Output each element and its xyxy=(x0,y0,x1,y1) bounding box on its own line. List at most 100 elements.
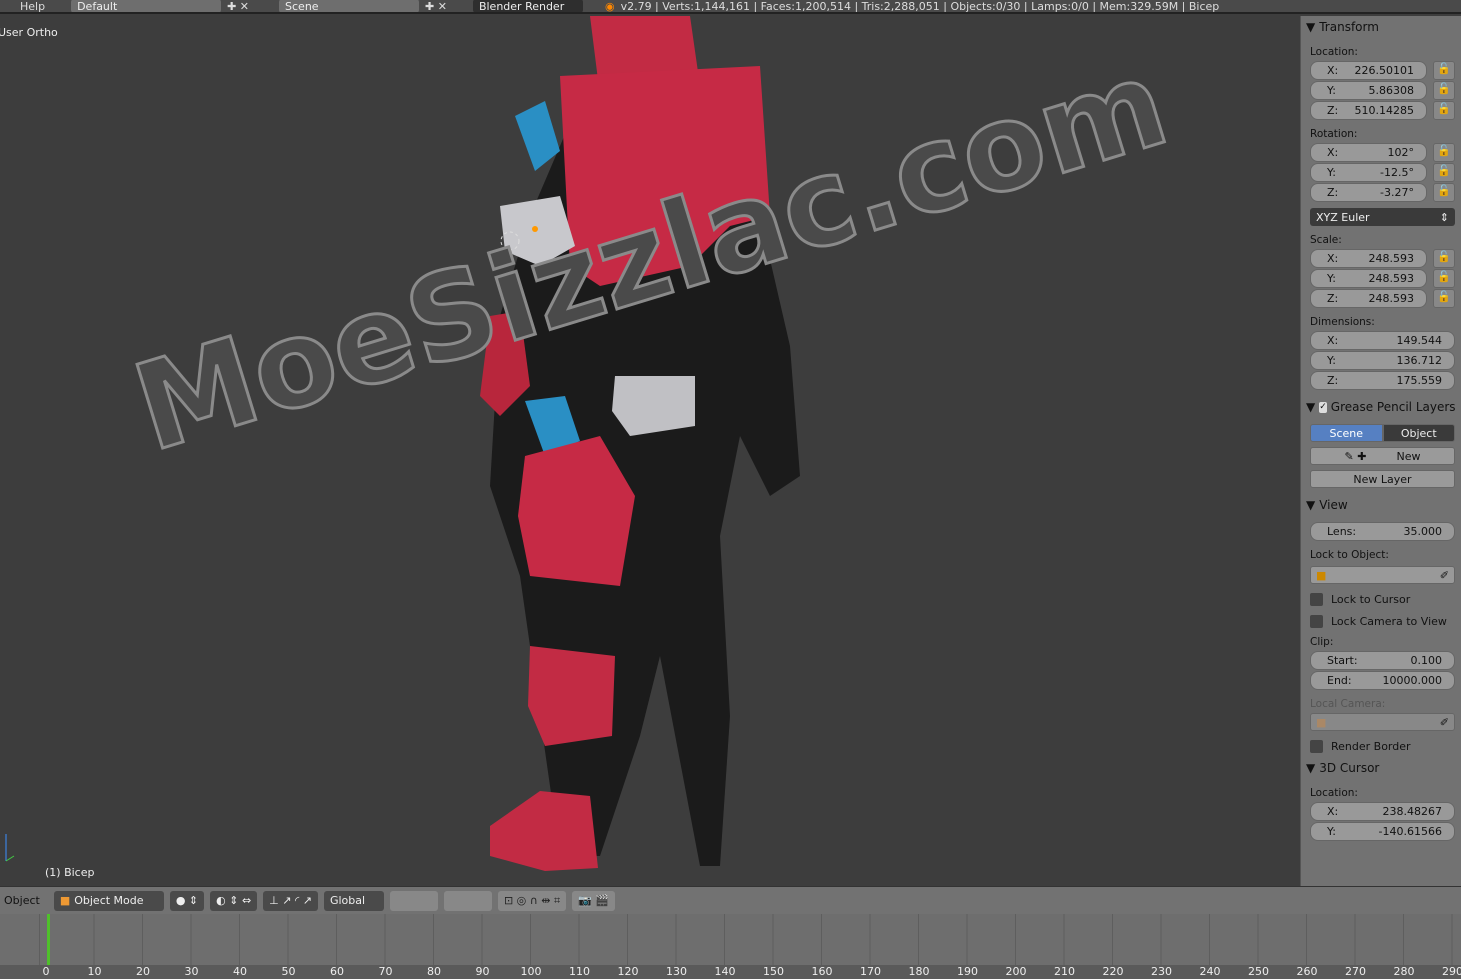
orientation-select[interactable]: Global xyxy=(323,890,384,911)
mode-select[interactable]: ■ Object Mode xyxy=(53,890,164,911)
frame-tick-label: 40 xyxy=(233,965,247,978)
properties-shelf: ▼ Transform Location: X: 226.50101 🔓 Y: 5.86… xyxy=(1300,16,1461,886)
frame-tick-label: 50 xyxy=(281,965,296,978)
loc-x-field[interactable]: X: 226.50101 xyxy=(1310,61,1427,80)
help-menu[interactable]: Help xyxy=(20,0,45,12)
cursor-location-label: Location: xyxy=(1310,787,1358,799)
frame-tick-label: 100 xyxy=(520,965,542,978)
lock-icon[interactable]: 🔓 xyxy=(1433,269,1455,288)
scl-x-field[interactable]: X: 248.593 xyxy=(1310,249,1427,268)
dim-x-field[interactable]: X: 149.544 xyxy=(1310,331,1455,350)
transform-panel-header[interactable]: ▼ Transform xyxy=(1306,16,1455,38)
lock-camera-checkbox[interactable]: Lock Camera to View xyxy=(1310,615,1455,628)
cur-x-field[interactable]: X: 238.48267 xyxy=(1310,802,1455,821)
dim-row: Y: 136.712 xyxy=(1310,351,1455,370)
scene-selector[interactable]: Scene xyxy=(279,0,420,12)
scl-z-field[interactable]: Z: 248.593 xyxy=(1310,289,1427,308)
lock-icon[interactable]: 🔓 xyxy=(1433,61,1455,80)
view-panel-header[interactable]: ▼ View xyxy=(1306,494,1455,516)
frame-tick-label: 90 xyxy=(475,965,490,978)
eyedropper-icon: ✐ xyxy=(1439,568,1449,582)
snap-toggles[interactable]: ⊡ ◎ ∩ ⇹ ⌗ xyxy=(497,890,567,911)
frame-tick-label: 250 xyxy=(1248,965,1269,978)
pencil-icon: ✎ ✚ xyxy=(1344,449,1367,463)
rot-z-field[interactable]: Z: -3.27° xyxy=(1310,183,1427,202)
shoulder-blue xyxy=(515,101,560,171)
info-header: Help Default ✚ ✕ Scene ✚ ✕ Blender Rende… xyxy=(0,0,1461,14)
layout-selector[interactable]: Default xyxy=(71,0,222,12)
manipulator-toggles[interactable]: ⊥ ↗ ◜ ↗ xyxy=(263,890,318,911)
rotation-mode-select[interactable]: XYZ Euler ⇕ xyxy=(1310,208,1455,226)
pivot-select[interactable]: ◐ ⇕ ⇔ xyxy=(210,890,258,911)
frame-tick-label: 180 xyxy=(908,965,930,978)
frame-tick-label: 160 xyxy=(811,965,833,978)
frame-tick-label: 70 xyxy=(378,965,393,978)
frame-tick-label: 290 xyxy=(1442,965,1461,978)
render-border-checkbox[interactable]: Render Border xyxy=(1310,740,1455,753)
lock-icon[interactable]: 🔓 xyxy=(1433,289,1455,308)
frame-tick-label: 20 xyxy=(136,965,150,978)
local-camera-field: ■ ✐ xyxy=(1310,713,1455,731)
clip-start-field[interactable]: Start: 0.100 xyxy=(1310,651,1455,670)
boot xyxy=(490,791,598,871)
local-camera-label: Local Camera: xyxy=(1310,698,1386,710)
scl-row: Z: 248.593 🔓 xyxy=(1310,289,1455,308)
frame-tick-label: 80 xyxy=(427,965,441,978)
frame-tick-label: 260 xyxy=(1296,965,1318,978)
3d-view-header: Object ■ Object Mode ● ⇕ ◐ ⇕ ⇔ ⊥ ↗ ◜ ↗ Gl… xyxy=(0,886,1461,914)
grease-object-tab[interactable]: Object xyxy=(1382,424,1455,442)
frame-tick-label: 120 xyxy=(617,965,639,978)
dim-y-field[interactable]: Y: 136.712 xyxy=(1310,351,1455,370)
timeline[interactable] xyxy=(0,914,1461,965)
lens-field[interactable]: Lens: 35.000 xyxy=(1310,522,1455,541)
lock-icon[interactable]: 🔓 xyxy=(1433,183,1455,202)
cur-row: X: 238.48267 xyxy=(1310,802,1455,821)
frame-tick-label: 280 xyxy=(1393,965,1415,978)
lock-icon[interactable]: 🔓 xyxy=(1433,163,1455,182)
lock-object-label: Lock to Object: xyxy=(1310,549,1389,561)
lock-icon[interactable]: 🔓 xyxy=(1433,249,1455,268)
loc-row: X: 226.50101 🔓 xyxy=(1310,61,1455,80)
frame-ruler[interactable]: 0 10 20 30 40 50 60 70 80 90 100 110 120 130 140 150 160… xyxy=(0,965,1461,979)
loc-y-field[interactable]: Y: 5.86308 xyxy=(1310,81,1427,100)
add-layout-icon[interactable]: ✚ ✕ xyxy=(227,0,249,12)
frame-tick-label: 230 xyxy=(1151,965,1172,978)
dim-row: X: 149.544 xyxy=(1310,331,1455,350)
grease-pencil-header[interactable]: ▼ ✓ Grease Pencil Layers xyxy=(1306,396,1456,418)
lock-cursor-checkbox[interactable]: Lock to Cursor xyxy=(1310,593,1455,606)
loc-z-field[interactable]: Z: 510.14285 xyxy=(1310,101,1427,120)
cur-y-field[interactable]: Y: -140.61566 xyxy=(1310,822,1455,841)
layers-grid-1[interactable] xyxy=(389,890,438,911)
3d-cursor-header[interactable]: ▼ 3D Cursor xyxy=(1306,757,1455,779)
lock-icon[interactable]: 🔓 xyxy=(1433,101,1455,120)
rot-y-field[interactable]: Y: -12.5° xyxy=(1310,163,1427,182)
lock-object-field[interactable]: ■ ✐ xyxy=(1310,566,1455,584)
grease-scene-tab[interactable]: Scene xyxy=(1310,424,1383,442)
grease-new-button[interactable]: ✎ ✚ New xyxy=(1310,447,1455,465)
frame-tick-label: 60 xyxy=(330,965,344,978)
frame-tick-label: 0 xyxy=(42,965,50,978)
current-frame-marker[interactable] xyxy=(47,914,50,965)
lock-icon[interactable]: 🔓 xyxy=(1433,143,1455,162)
render-buttons[interactable]: 📷 🎬 xyxy=(572,890,616,911)
loc-row: Y: 5.86308 🔓 xyxy=(1310,81,1455,100)
shading-select[interactable]: ● ⇕ xyxy=(169,890,205,911)
clip-label: Clip: xyxy=(1310,636,1334,648)
object-menu[interactable]: Object xyxy=(4,894,40,907)
rot-row: Y: -12.5° 🔓 xyxy=(1310,163,1455,182)
frame-tick-label: 130 xyxy=(666,965,687,978)
layers-grid-2[interactable] xyxy=(443,890,492,911)
dim-z-field[interactable]: Z: 175.559 xyxy=(1310,371,1455,390)
scl-row: Y: 248.593 🔓 xyxy=(1310,269,1455,288)
new-layer-button[interactable]: New Layer xyxy=(1310,470,1455,488)
scl-y-field[interactable]: Y: 248.593 xyxy=(1310,269,1427,288)
render-engine-select[interactable]: Blender Render xyxy=(472,0,583,12)
rot-x-field[interactable]: X: 102° xyxy=(1310,143,1427,162)
dim-row: Z: 175.559 xyxy=(1310,371,1455,390)
scale-label: Scale: xyxy=(1310,234,1342,246)
3d-viewport[interactable]: User Ortho MoeSizzlac.com (1) Bicep xyxy=(0,16,1300,886)
clip-end-field[interactable]: End: 10000.000 xyxy=(1310,671,1455,690)
frame-tick-label: 140 xyxy=(714,965,736,978)
lock-icon[interactable]: 🔓 xyxy=(1433,81,1455,100)
add-scene-icon[interactable]: ✚ ✕ xyxy=(425,0,447,12)
